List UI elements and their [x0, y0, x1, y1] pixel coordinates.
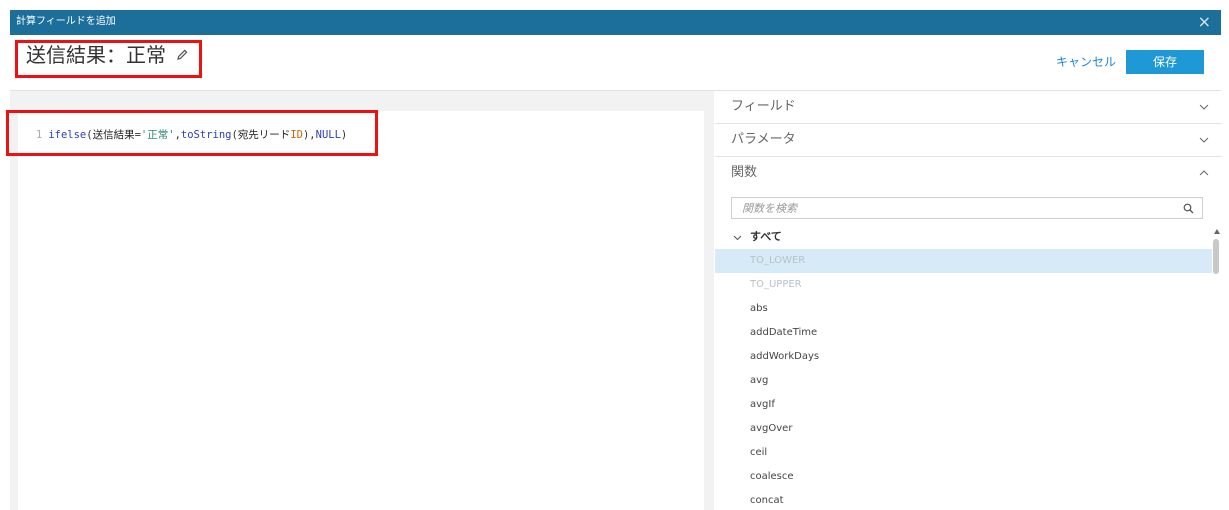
function-item[interactable]: avgIf [715, 393, 1212, 417]
function-search-input[interactable] [742, 201, 1162, 215]
dialog-title: 計算フィールドを追加 [16, 16, 116, 27]
formula-line[interactable]: 1 ifelse(送信結果='正常',toString(宛先リードID),NULL… [36, 128, 347, 142]
dialog-header: 送信結果：正常 キャンセル 保存 [10, 35, 1221, 91]
chevron-down-icon [1199, 104, 1209, 110]
function-item[interactable]: addWorkDays [715, 345, 1212, 369]
code-function: toString [180, 129, 232, 141]
function-list: TO_LOWER TO_UPPER abs addDateTime addWor… [715, 249, 1212, 510]
category-label: すべて [750, 230, 782, 243]
function-item[interactable]: TO_UPPER [715, 273, 1212, 297]
function-item[interactable]: abs [715, 297, 1212, 321]
cancel-button[interactable]: キャンセル [1056, 54, 1116, 70]
function-item[interactable]: avg [715, 369, 1212, 393]
chevron-down-icon [1199, 137, 1209, 143]
chevron-up-icon [1199, 170, 1209, 176]
function-item[interactable]: coalesce [715, 465, 1212, 489]
search-icon[interactable] [1183, 203, 1194, 214]
section-label: 関数 [731, 165, 758, 180]
section-label: パラメータ [731, 132, 796, 147]
code-string: '正常' [140, 129, 175, 141]
function-item[interactable]: TO_LOWER [715, 249, 1212, 273]
field-name-title[interactable]: 送信結果：正常 [26, 42, 166, 68]
section-parameters[interactable]: パラメータ [715, 124, 1221, 157]
section-fields[interactable]: フィールド [715, 91, 1221, 124]
function-item[interactable]: addDateTime [715, 321, 1212, 345]
line-number: 1 [36, 129, 43, 141]
side-panel: フィールド パラメータ 関数 すべて TO_LOWER TO_UPPER abs… [715, 91, 1221, 510]
function-list-scrollbar[interactable] [1212, 229, 1221, 510]
scroll-up-icon[interactable] [1214, 229, 1220, 234]
code-paren: ) [340, 129, 348, 141]
code-null: NULL [315, 129, 341, 141]
close-icon[interactable]: × [1198, 14, 1211, 30]
function-search [731, 197, 1203, 219]
dialog-title-bar: 計算フィールドを追加 × [10, 10, 1221, 35]
code-field-suffix: ID [290, 129, 303, 141]
pencil-icon[interactable] [175, 48, 189, 62]
section-functions[interactable]: 関数 [715, 157, 1221, 189]
function-item[interactable]: avgOver [715, 417, 1212, 441]
function-item[interactable]: concat [715, 489, 1212, 510]
code-field: 送信結果 [92, 129, 135, 141]
scrollbar-thumb[interactable] [1213, 239, 1219, 274]
save-button[interactable]: 保存 [1126, 50, 1204, 74]
code-field: 宛先リード [237, 129, 291, 141]
chevron-down-icon [733, 235, 742, 240]
section-label: フィールド [731, 99, 796, 114]
code-function: ifelse [48, 129, 87, 141]
formula-editor[interactable] [18, 111, 704, 510]
function-item[interactable]: ceil [715, 441, 1212, 465]
function-category-all[interactable]: すべて [733, 230, 782, 244]
